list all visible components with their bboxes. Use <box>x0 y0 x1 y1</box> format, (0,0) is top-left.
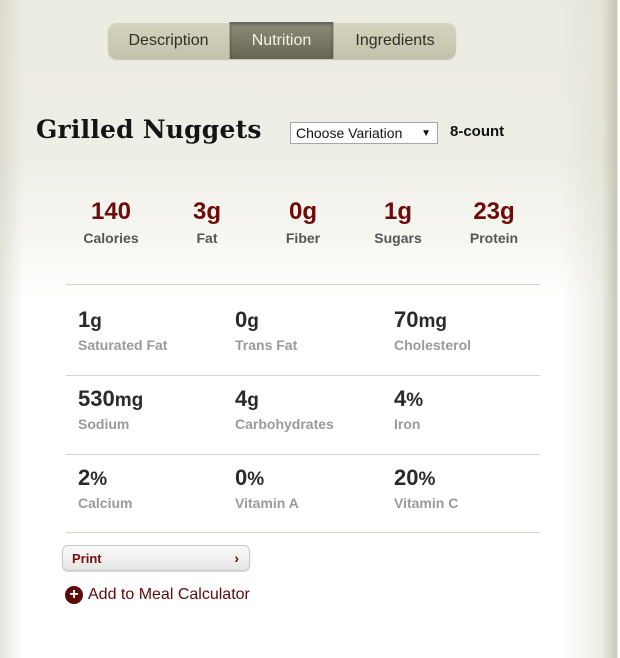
summary-value: 3g <box>192 198 221 225</box>
dropdown-arrow-icon: ▼ <box>421 127 431 139</box>
summary-label: Sugars <box>374 230 422 246</box>
summary-label: Calories <box>83 230 139 246</box>
detail-label: Trans Fat <box>235 337 298 353</box>
detail-label: Vitamin C <box>394 495 459 511</box>
detail-number: 4 <box>235 386 248 411</box>
summary-label: Fiber <box>285 230 321 246</box>
detail-vitamin-a: 0% Vitamin A <box>235 465 385 511</box>
left-edge-shadow <box>0 0 24 658</box>
summary-value: 0g <box>288 198 317 225</box>
summary-fat: 3g Fat <box>167 198 247 246</box>
detail-saturated-fat: 1g Saturated Fat <box>78 307 228 353</box>
plus-circle-icon: + <box>65 586 83 604</box>
tab-ingredients[interactable]: Ingredients <box>333 22 456 59</box>
detail-number: 4 <box>394 386 407 411</box>
detail-number: 20 <box>394 465 419 490</box>
detail-unit: % <box>418 469 436 490</box>
detail-unit: mg <box>418 311 447 332</box>
summary-sugars: 1g Sugars <box>358 198 438 246</box>
detail-unit: % <box>406 390 424 411</box>
detail-label: Calcium <box>78 495 133 511</box>
summary-calories: 140 Calories <box>71 198 151 246</box>
tab-description[interactable]: Description <box>108 22 230 59</box>
right-edge-shadow <box>560 0 620 658</box>
detail-unit: % <box>247 469 265 490</box>
detail-label: Saturated Fat <box>78 337 168 353</box>
detail-label: Iron <box>394 416 421 432</box>
nutrition-summary: 140 Calories 3g Fat 0g Fiber 1g Sugars 2… <box>0 198 560 258</box>
detail-label: Vitamin A <box>235 495 299 511</box>
variation-select-value: Choose Variation <box>296 125 403 141</box>
chevron-right-icon: › <box>234 550 239 566</box>
detail-label: Sodium <box>78 416 130 432</box>
print-label: Print <box>72 550 102 566</box>
detail-sodium: 530mg Sodium <box>78 386 228 432</box>
detail-label: Cholesterol <box>394 337 472 353</box>
detail-cholesterol: 70mg Cholesterol <box>394 307 544 353</box>
divider <box>66 532 540 533</box>
detail-iron: 4% Iron <box>394 386 544 432</box>
summary-value: 140 <box>90 198 132 225</box>
summary-value: 23g <box>473 198 515 225</box>
detail-number: 0 <box>235 465 248 490</box>
add-to-meal-calculator-link[interactable]: + Add to Meal Calculator <box>65 586 250 604</box>
detail-unit: % <box>90 469 108 490</box>
detail-unit: g <box>90 311 102 332</box>
detail-number: 530 <box>78 386 115 411</box>
detail-unit: mg <box>114 390 144 411</box>
detail-unit: g <box>247 390 259 411</box>
detail-unit: g <box>247 311 259 332</box>
detail-number: 70 <box>394 307 419 332</box>
serving-count: 8-count <box>450 123 505 140</box>
summary-value: 1g <box>383 198 412 225</box>
divider <box>66 375 540 376</box>
product-title: Grilled Nuggets <box>36 115 262 144</box>
tab-nutrition[interactable]: Nutrition <box>230 22 333 59</box>
meal-calculator-label: Add to Meal Calculator <box>88 586 250 603</box>
variation-select[interactable]: Choose Variation ▼ <box>290 122 438 144</box>
detail-carbohydrates: 4g Carbohydrates <box>235 386 385 432</box>
summary-label: Fat <box>196 230 218 246</box>
detail-calcium: 2% Calcium <box>78 465 228 511</box>
detail-vitamin-c: 20% Vitamin C <box>394 465 544 511</box>
print-button[interactable]: Print › <box>62 545 250 571</box>
detail-trans-fat: 0g Trans Fat <box>235 307 385 353</box>
summary-label: Protein <box>469 230 519 246</box>
divider <box>66 284 540 285</box>
detail-number: 1 <box>78 307 91 332</box>
tab-bar: Description Nutrition Ingredients <box>108 22 456 59</box>
detail-label: Carbohydrates <box>235 416 334 432</box>
detail-number: 0 <box>235 307 248 332</box>
summary-protein: 23g Protein <box>454 198 534 246</box>
summary-fiber: 0g Fiber <box>263 198 343 246</box>
detail-number: 2 <box>78 465 91 490</box>
divider <box>66 454 540 455</box>
